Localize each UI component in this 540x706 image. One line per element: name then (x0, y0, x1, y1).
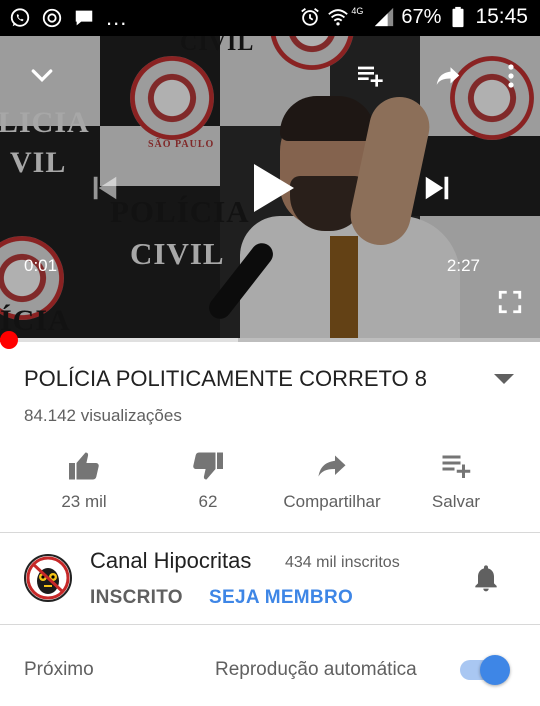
thumbs-up-icon (24, 444, 144, 484)
collapse-icon[interactable] (20, 58, 64, 94)
share-button[interactable]: Compartilhar (272, 444, 392, 512)
message-icon (72, 6, 96, 30)
add-to-playlist-icon[interactable] (350, 58, 390, 94)
play-icon[interactable] (240, 156, 304, 220)
status-bar: ... 4G 67% 15:45 (0, 0, 540, 36)
scrubber-handle[interactable] (0, 331, 18, 349)
autoplay-label: Reprodução automática (215, 659, 417, 680)
dislike-button[interactable]: 62 (148, 444, 268, 512)
up-next-label: Próximo (24, 659, 94, 680)
dislike-count: 62 (198, 492, 218, 511)
whatsapp-icon (8, 6, 32, 30)
save-button[interactable]: Salvar (396, 444, 516, 512)
divider (0, 532, 540, 533)
battery-percent: 67% (401, 5, 442, 28)
wifi-icon (327, 5, 349, 29)
duration: 2:27 (446, 256, 480, 275)
signal-icon (373, 5, 395, 29)
chevron-down-icon[interactable] (492, 372, 516, 391)
battery-icon (447, 5, 469, 29)
video-title: POLÍCIA POLITICAMENTE CORRETO 8 (24, 366, 428, 391)
autoplay-toggle-knob[interactable] (480, 655, 510, 685)
action-bar: 23 mil 62 Compartilhar Salvar (0, 444, 540, 524)
alarm-icon (299, 5, 321, 29)
status-overflow: ... (106, 5, 128, 30)
view-count: 84.142 visualizações (24, 406, 182, 425)
status-bar-left: ... (8, 6, 127, 30)
previous-icon[interactable] (80, 168, 130, 208)
video-player[interactable]: LICIA VIL POLÍCIA CIVIL CIVIL ÍCIA SÃO P… (0, 36, 540, 340)
thumbs-down-icon (148, 444, 268, 484)
channel-avatar[interactable] (24, 554, 72, 602)
network-type: 4G (351, 6, 364, 16)
like-button[interactable]: 23 mil (24, 444, 144, 512)
divider (0, 624, 540, 625)
share-label: Compartilhar (283, 492, 381, 511)
like-count: 23 mil (61, 492, 107, 511)
status-bar-right: 4G 67% 15:45 (299, 5, 528, 29)
notification-icon (40, 6, 64, 30)
save-label: Salvar (431, 492, 481, 511)
clock: 15:45 (475, 5, 528, 28)
channel-name[interactable]: Canal Hipocritas (90, 548, 251, 574)
progress-bar[interactable] (0, 338, 540, 342)
share-icon (272, 444, 392, 484)
bell-icon[interactable] (470, 562, 502, 599)
progress-buffered (0, 338, 238, 342)
share-icon[interactable] (428, 58, 468, 94)
add-to-playlist-icon (396, 444, 516, 484)
current-time: 0:01 (24, 256, 58, 275)
next-icon[interactable] (412, 168, 462, 208)
more-icon[interactable] (496, 58, 526, 94)
subscribed-button[interactable]: INSCRITO (90, 587, 183, 609)
fullscreen-icon[interactable] (494, 286, 526, 318)
subscriber-count: 434 mil inscritos (285, 554, 400, 571)
join-button[interactable]: SEJA MEMBRO (209, 587, 353, 609)
